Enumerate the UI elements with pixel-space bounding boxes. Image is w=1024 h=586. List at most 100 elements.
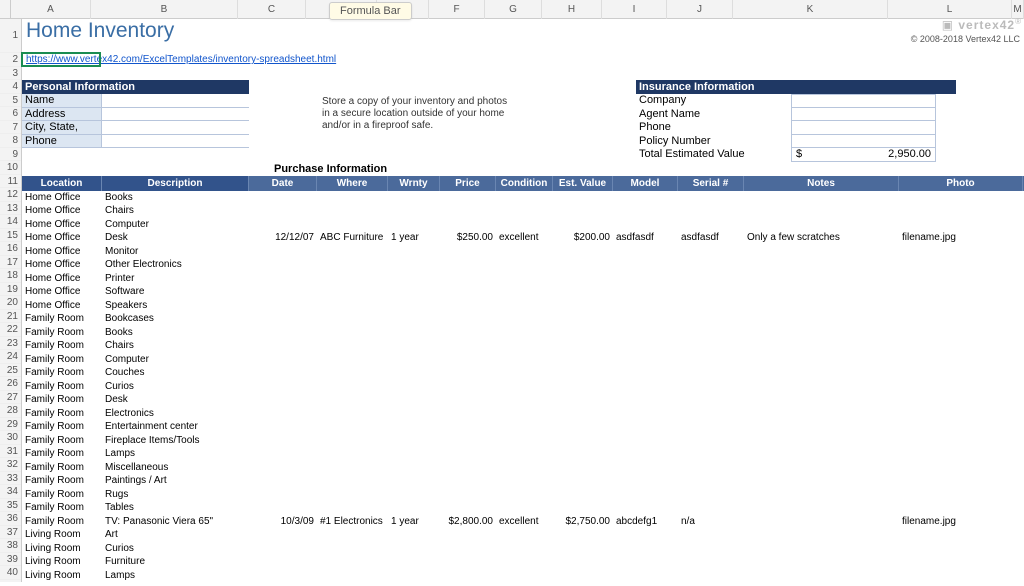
cell[interactable] bbox=[388, 191, 440, 205]
cell[interactable] bbox=[678, 326, 744, 340]
th-description[interactable]: Description bbox=[102, 176, 249, 191]
cell[interactable] bbox=[744, 326, 899, 340]
cell[interactable]: Home Office bbox=[22, 285, 102, 299]
cell[interactable]: Computer bbox=[102, 353, 249, 367]
cell[interactable] bbox=[553, 339, 613, 353]
cell[interactable] bbox=[899, 447, 1023, 461]
cell[interactable] bbox=[744, 353, 899, 367]
cell[interactable]: Entertainment center bbox=[102, 420, 249, 434]
cell[interactable]: Family Room bbox=[22, 488, 102, 502]
cell[interactable]: Couches bbox=[102, 366, 249, 380]
cell[interactable] bbox=[440, 461, 496, 475]
cell[interactable] bbox=[440, 366, 496, 380]
cell[interactable]: Family Room bbox=[22, 447, 102, 461]
cell[interactable]: Art bbox=[102, 528, 249, 542]
row-header-31[interactable]: 31 bbox=[0, 445, 21, 459]
cell[interactable]: Chairs bbox=[102, 339, 249, 353]
cell[interactable] bbox=[744, 366, 899, 380]
cell[interactable] bbox=[388, 339, 440, 353]
cell[interactable] bbox=[613, 393, 678, 407]
cell[interactable] bbox=[388, 312, 440, 326]
cell[interactable] bbox=[249, 218, 317, 232]
col-header-I[interactable]: I bbox=[602, 0, 667, 19]
table-row[interactable]: Family RoomElectronics bbox=[22, 407, 1024, 421]
cell[interactable] bbox=[613, 353, 678, 367]
cell[interactable] bbox=[744, 339, 899, 353]
cell[interactable] bbox=[317, 218, 388, 232]
cell[interactable] bbox=[496, 191, 553, 205]
cell[interactable] bbox=[249, 204, 317, 218]
cell[interactable] bbox=[249, 245, 317, 259]
cell[interactable] bbox=[613, 245, 678, 259]
cell[interactable] bbox=[388, 258, 440, 272]
cell[interactable] bbox=[744, 447, 899, 461]
table-row[interactable]: Living RoomFurniture bbox=[22, 555, 1024, 569]
th-location[interactable]: Location bbox=[22, 176, 102, 191]
th-price[interactable]: Price bbox=[440, 176, 496, 191]
cell[interactable] bbox=[249, 393, 317, 407]
cell[interactable] bbox=[744, 488, 899, 502]
cell[interactable]: Family Room bbox=[22, 353, 102, 367]
cell[interactable] bbox=[496, 312, 553, 326]
row-header-11[interactable]: 11 bbox=[0, 175, 21, 189]
table-row[interactable]: Living RoomCurios bbox=[22, 542, 1024, 556]
cell[interactable] bbox=[317, 393, 388, 407]
row-header-38[interactable]: 38 bbox=[0, 539, 21, 553]
cell[interactable] bbox=[744, 380, 899, 394]
cell[interactable] bbox=[440, 555, 496, 569]
cell[interactable] bbox=[388, 420, 440, 434]
cell[interactable] bbox=[317, 407, 388, 421]
table-row[interactable]: Family RoomCurios bbox=[22, 380, 1024, 394]
col-header-J[interactable]: J bbox=[667, 0, 733, 19]
row-header-19[interactable]: 19 bbox=[0, 283, 21, 297]
cell[interactable]: abcdefg1 bbox=[613, 515, 678, 529]
cell[interactable] bbox=[678, 312, 744, 326]
cell[interactable] bbox=[317, 555, 388, 569]
cell[interactable] bbox=[899, 407, 1023, 421]
table-row[interactable]: Family RoomFireplace Items/Tools bbox=[22, 434, 1024, 448]
cell[interactable] bbox=[899, 488, 1023, 502]
cell[interactable] bbox=[440, 191, 496, 205]
cell[interactable] bbox=[249, 542, 317, 556]
cell[interactable] bbox=[613, 204, 678, 218]
spreadsheet-grid[interactable]: Home Inventory ▣ vertex42® © 2008-2018 V… bbox=[22, 19, 1024, 582]
cell[interactable] bbox=[440, 245, 496, 259]
cell[interactable] bbox=[744, 272, 899, 286]
cell[interactable] bbox=[678, 339, 744, 353]
cell[interactable] bbox=[553, 393, 613, 407]
table-row[interactable]: Family RoomTV: Panasonic Viera 65"10/3/0… bbox=[22, 515, 1024, 529]
cell[interactable]: Home Office bbox=[22, 245, 102, 259]
cell[interactable] bbox=[678, 569, 744, 583]
cell[interactable]: Curios bbox=[102, 380, 249, 394]
cell[interactable] bbox=[249, 474, 317, 488]
cell[interactable] bbox=[249, 312, 317, 326]
table-row[interactable]: Family RoomRugs bbox=[22, 488, 1024, 502]
cell[interactable] bbox=[496, 204, 553, 218]
cell[interactable] bbox=[388, 272, 440, 286]
cell[interactable]: Family Room bbox=[22, 366, 102, 380]
cell[interactable] bbox=[440, 474, 496, 488]
row-header-14[interactable]: 14 bbox=[0, 215, 21, 229]
cell[interactable]: Desk bbox=[102, 231, 249, 245]
cell[interactable] bbox=[440, 393, 496, 407]
cell[interactable] bbox=[317, 569, 388, 583]
ii-company-input[interactable] bbox=[791, 94, 936, 108]
col-header-H[interactable]: H bbox=[542, 0, 602, 19]
table-row[interactable]: Home OfficeComputer bbox=[22, 218, 1024, 232]
cell[interactable] bbox=[553, 488, 613, 502]
th-where[interactable]: Where bbox=[317, 176, 388, 191]
cell[interactable] bbox=[678, 488, 744, 502]
cell[interactable] bbox=[317, 434, 388, 448]
row-header-24[interactable]: 24 bbox=[0, 350, 21, 364]
cell[interactable] bbox=[249, 501, 317, 515]
cell[interactable] bbox=[613, 569, 678, 583]
cell[interactable] bbox=[388, 299, 440, 313]
cell[interactable]: 10/3/09 bbox=[249, 515, 317, 529]
cell[interactable] bbox=[388, 461, 440, 475]
cell[interactable] bbox=[744, 393, 899, 407]
cell[interactable] bbox=[899, 285, 1023, 299]
cell[interactable] bbox=[553, 569, 613, 583]
cell[interactable] bbox=[744, 474, 899, 488]
cell[interactable] bbox=[249, 258, 317, 272]
cell[interactable]: excellent bbox=[496, 231, 553, 245]
